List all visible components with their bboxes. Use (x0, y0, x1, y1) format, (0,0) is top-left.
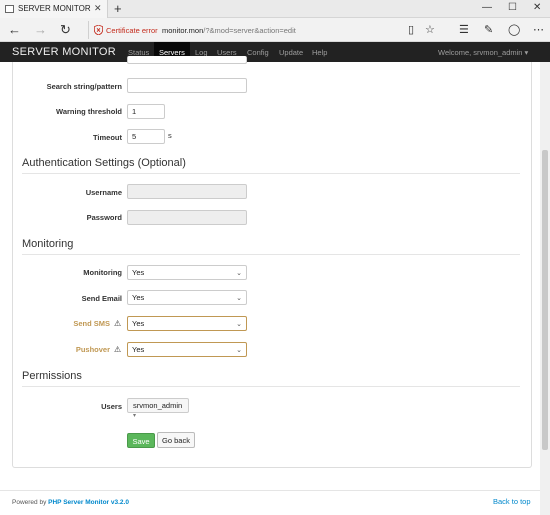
users-multiselect[interactable]: srvmon_admin ▾ (127, 398, 189, 419)
close-window-icon[interactable]: ✕ (533, 2, 541, 13)
monitoring-label: Monitoring (83, 268, 122, 277)
caret-down-icon: ▾ (133, 413, 137, 419)
username-label: Username (85, 188, 122, 197)
chevron-down-icon: ⌄ (236, 347, 242, 354)
certificate-error[interactable]: Certificate error (106, 26, 158, 35)
forward-arrow-icon[interactable]: → (34, 22, 47, 37)
favorite-star-icon[interactable]: ☆ (425, 23, 435, 36)
refresh-icon[interactable]: ↻ (60, 22, 71, 38)
address-bar[interactable]: Certificate error monitor.mon/?&mod=serv… (88, 21, 400, 39)
close-tab-icon[interactable]: ✕ (94, 3, 102, 14)
timeout-unit: s (168, 131, 172, 140)
url-text[interactable]: monitor.mon/?&mod=server&action=edit (162, 26, 296, 35)
monitoring-section-title: Monitoring (22, 238, 74, 250)
chevron-down-icon: ⌄ (236, 295, 242, 302)
divider (22, 386, 520, 387)
powered-by-link[interactable]: PHP Server Monitor v3.2.0 (48, 499, 129, 506)
send-sms-select[interactable]: Yes ⌄ (127, 316, 247, 331)
pushover-label: Pushover (75, 345, 110, 354)
nav-config[interactable]: Config (247, 48, 269, 57)
go-back-button[interactable]: Go back (157, 432, 195, 448)
timeout-label: Timeout (92, 133, 122, 142)
footer-credit: Powered by PHP Server Monitor v3.2.0 (12, 499, 129, 506)
brand-title[interactable]: SERVER MONITOR (12, 46, 116, 58)
divider (22, 254, 520, 255)
send-sms-label: Send SMS (73, 319, 110, 328)
partial-field[interactable] (127, 56, 247, 64)
app-navbar: SERVER MONITOR Status Servers Log Users … (0, 42, 550, 62)
address-bar-row: ← → ↻ Certificate error monitor.mon/?&mo… (0, 18, 550, 42)
monitoring-select[interactable]: Yes ⌄ (127, 265, 247, 280)
more-icon[interactable]: ⋯ (533, 23, 544, 36)
pushover-select[interactable]: Yes ⌄ (127, 342, 247, 357)
browser-tab-bar: SERVER MONITOR ✕ + — ☐ ✕ (0, 0, 550, 18)
warning-icon: ⚠ (114, 319, 122, 328)
users-label: Users (101, 402, 122, 411)
password-input[interactable] (127, 210, 247, 225)
password-label: Password (86, 213, 122, 222)
page-icon (5, 5, 14, 13)
powered-by-text: Powered by (12, 499, 49, 506)
username-input[interactable] (127, 184, 247, 199)
timeout-input[interactable]: 5 (127, 129, 165, 144)
send-email-value: Yes (132, 293, 145, 302)
scrollbar-thumb[interactable] (542, 150, 548, 450)
share-icon[interactable]: ◯ (508, 23, 520, 36)
web-note-icon[interactable]: ✎ (484, 23, 493, 36)
monitoring-value: Yes (132, 268, 145, 277)
shield-error-icon[interactable] (94, 25, 103, 35)
search-pattern-label: Search string/pattern (46, 82, 122, 91)
warning-icon: ⚠ (114, 345, 122, 354)
maximize-icon[interactable]: ☐ (508, 2, 517, 13)
users-value: srvmon_admin (133, 401, 183, 410)
url-path: /?&mod=server&action=edit (203, 26, 296, 35)
send-sms-value: Yes (132, 319, 145, 328)
browser-tab[interactable]: SERVER MONITOR ✕ (0, 0, 108, 18)
divider (22, 173, 520, 174)
chevron-down-icon: ⌄ (236, 270, 242, 277)
search-pattern-input[interactable] (127, 78, 247, 93)
auth-section-title: Authentication Settings (Optional) (22, 157, 186, 169)
back-arrow-icon[interactable]: ← (8, 22, 21, 37)
footer-divider (0, 490, 540, 491)
back-to-top-link[interactable]: Back to top (493, 497, 531, 506)
warning-threshold-label: Warning threshold (56, 107, 122, 116)
save-button[interactable]: Save (127, 433, 155, 448)
user-menu[interactable]: Welcome, srvmon_admin ▾ (438, 48, 528, 57)
send-email-label: Send Email (81, 294, 122, 303)
minimize-icon[interactable]: — (482, 2, 492, 13)
pushover-value: Yes (132, 345, 145, 354)
permissions-section-title: Permissions (22, 370, 82, 382)
new-tab-button[interactable]: + (114, 1, 122, 16)
warning-threshold-input[interactable]: 1 (127, 104, 165, 119)
chevron-down-icon: ⌄ (236, 321, 242, 328)
hub-icon[interactable]: ☰ (459, 23, 469, 36)
nav-update[interactable]: Update (279, 48, 303, 57)
tab-title: SERVER MONITOR (18, 4, 91, 13)
nav-help[interactable]: Help (312, 48, 327, 57)
send-email-select[interactable]: Yes ⌄ (127, 290, 247, 305)
reading-view-icon[interactable]: ▯ (408, 23, 414, 36)
url-host: monitor.mon (162, 26, 204, 35)
